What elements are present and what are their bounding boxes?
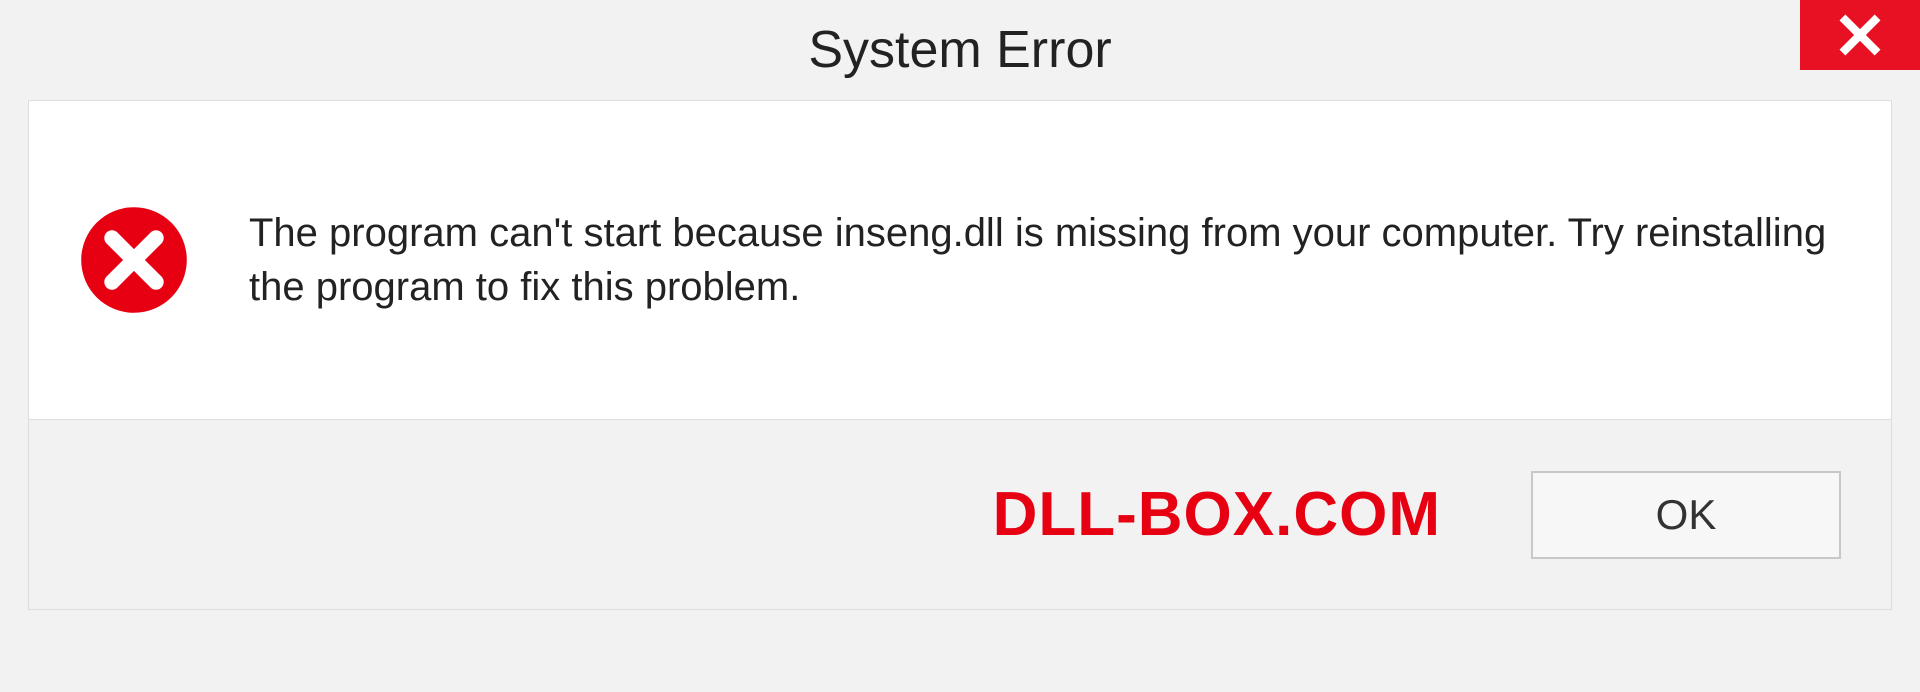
watermark-text: DLL-BOX.COM — [993, 479, 1441, 550]
error-icon — [79, 205, 189, 315]
ok-button[interactable]: OK — [1531, 471, 1841, 559]
close-button[interactable] — [1800, 0, 1920, 70]
dialog-footer: DLL-BOX.COM OK — [28, 420, 1892, 610]
dialog-content: The program can't start because inseng.d… — [28, 100, 1892, 420]
title-bar: System Error — [0, 0, 1920, 100]
close-icon — [1838, 13, 1882, 57]
error-message: The program can't start because inseng.d… — [249, 206, 1861, 314]
dialog-title: System Error — [808, 20, 1111, 80]
